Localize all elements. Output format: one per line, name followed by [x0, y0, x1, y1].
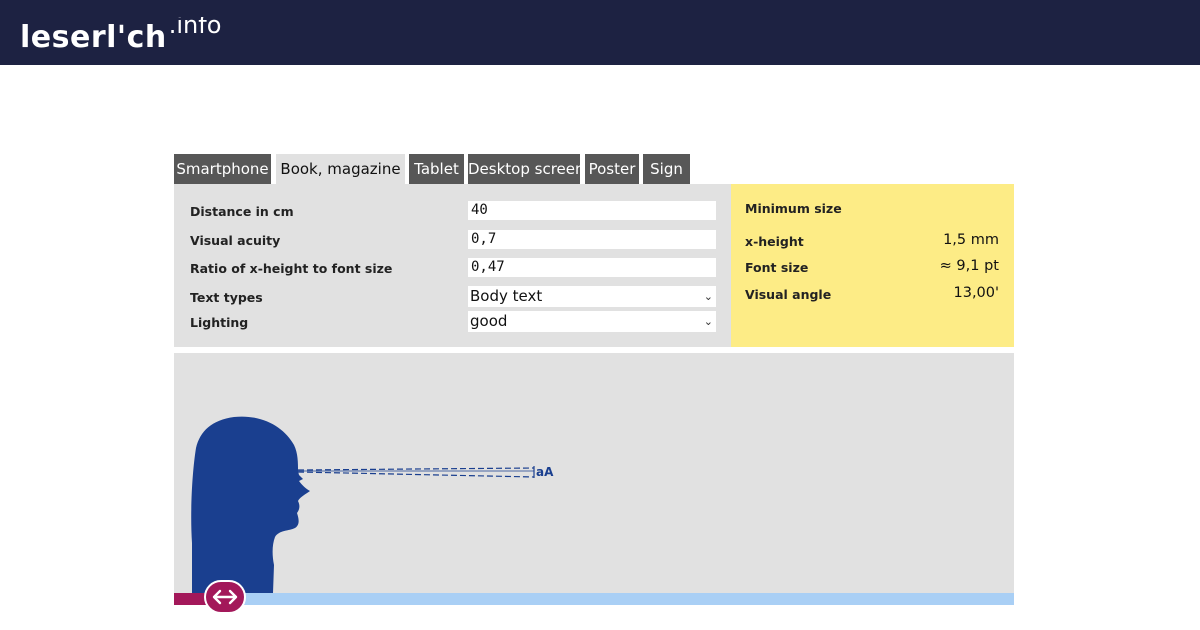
result-panel: Minimum size x-height 1,5 mm Font size ≈… — [731, 184, 1014, 347]
xheight-value: 1,5 mm — [943, 232, 999, 248]
visual-acuity-input[interactable] — [468, 230, 716, 249]
logo-suffix: .info — [168, 17, 222, 39]
double-arrow-icon — [212, 589, 238, 605]
tab-book-magazine[interactable]: Book, magazine — [276, 154, 405, 184]
tab-tablet[interactable]: Tablet — [409, 154, 464, 184]
font-size-label: Font size — [745, 260, 809, 275]
font-size-value: ≈ 9,1 pt — [939, 258, 999, 274]
ratio-label: Ratio of x-height to font size — [190, 261, 393, 276]
lighting-select[interactable]: good ⌄ — [468, 311, 716, 332]
tab-desktop-screen[interactable]: Desktop screen — [468, 154, 585, 184]
top-bar: leserl'ch.info — [0, 0, 1200, 65]
tab-sign[interactable]: Sign — [643, 154, 690, 184]
head-silhouette — [191, 416, 310, 593]
sight-line-bottom — [297, 471, 535, 478]
visual-angle-value: 13,00' — [953, 285, 1000, 301]
xheight-label: x-height — [745, 234, 804, 249]
distance-label: Distance in cm — [190, 204, 294, 219]
lighting-label: Lighting — [190, 315, 249, 330]
distance-slider-handle[interactable] — [204, 580, 246, 614]
text-types-label: Text types — [190, 290, 263, 305]
tab-poster[interactable]: Poster — [585, 154, 639, 184]
chevron-down-icon: ⌄ — [703, 315, 713, 328]
lighting-selected: good — [470, 312, 508, 330]
chevron-down-icon: ⌄ — [703, 290, 713, 303]
visual-angle-label: Visual angle — [745, 287, 832, 302]
sample-text: aA — [536, 465, 554, 479]
text-types-select[interactable]: Body text ⌄ — [468, 286, 716, 307]
input-form-panel: Distance in cm Visual acuity Ratio of x-… — [174, 184, 731, 347]
sight-line-top — [297, 467, 535, 471]
site-logo[interactable]: leserl'ch.info — [20, 17, 221, 57]
ratio-input[interactable] — [468, 258, 716, 277]
viz-canvas: aA — [191, 416, 554, 593]
distance-track[interactable] — [242, 593, 1014, 605]
text-types-selected: Body text — [470, 287, 543, 305]
logo-wordmark: leserl'ch — [20, 20, 167, 55]
tab-smartphone[interactable]: Smartphone — [174, 154, 271, 184]
distance-input[interactable] — [468, 201, 716, 220]
visual-acuity-label: Visual acuity — [190, 233, 281, 248]
result-title: Minimum size — [745, 201, 842, 216]
viewing-distance-visualization: aA — [174, 353, 1014, 593]
distance-track-filled — [174, 593, 208, 605]
